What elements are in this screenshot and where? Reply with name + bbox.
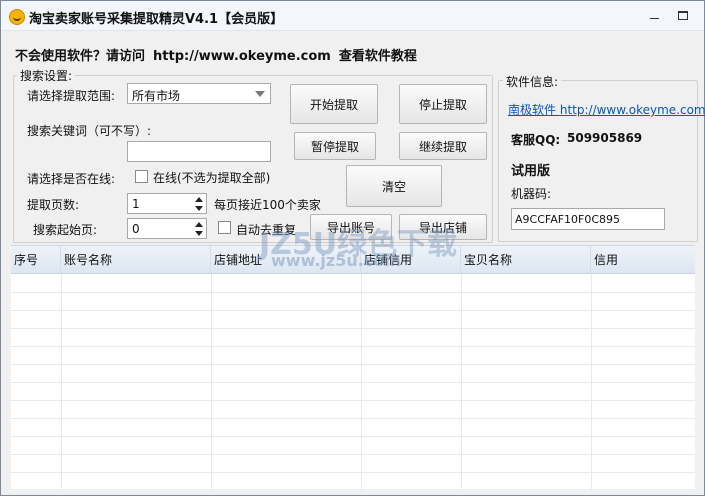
search-settings-legend: 搜索设置: — [17, 67, 76, 84]
software-info-legend: 软件信息: — [503, 73, 562, 90]
help-bar: 不会使用软件？请访问 http://www.okeyme.com 查看软件教程 — [15, 45, 425, 64]
tutorial-link[interactable]: 查看软件教程 — [339, 49, 417, 64]
range-label: 请选择提取范围: — [27, 89, 116, 103]
machine-code-field[interactable]: A9CCFAF10F0C895 — [511, 208, 665, 230]
online-checkbox-label[interactable]: 在线(不选为提取全部) — [153, 169, 270, 186]
start-button[interactable]: 开始提取 — [290, 84, 378, 124]
start-page-stepper[interactable]: 0 — [127, 218, 207, 239]
stepper-down-icon[interactable] — [195, 206, 203, 211]
grid-line — [11, 310, 695, 311]
export-accounts-button[interactable]: 导出账号 — [310, 214, 392, 240]
main-window: 淘宝卖家账号采集提取精灵V4.1【会员版】 不会使用软件？请访问 http://w… — [0, 0, 705, 496]
machine-code-label: 机器码: — [511, 187, 552, 201]
dedupe-label[interactable]: 自动去重复 — [236, 221, 296, 238]
table-header: 序号 账号名称 店铺地址 店铺信用 宝贝名称 信用 — [11, 246, 695, 274]
pages-stepper[interactable]: 1 — [127, 193, 207, 214]
export-shops-button[interactable]: 导出店铺 — [399, 214, 487, 240]
qq-label: 客服QQ: — [511, 133, 561, 147]
help-url-link[interactable]: http://www.okeyme.com — [153, 49, 331, 64]
keyword-label: 搜索关键词（可不写）: — [27, 124, 152, 138]
grid-line — [11, 346, 695, 347]
column-header[interactable]: 信用 — [591, 246, 695, 274]
vendor-link[interactable]: 南极软件 http://www.okeyme.com — [508, 101, 705, 118]
edition-label: 试用版 — [511, 164, 551, 179]
keyword-input[interactable] — [127, 141, 271, 162]
qq-value: 509905869 — [567, 131, 643, 145]
clear-button[interactable]: 清空 — [346, 165, 442, 207]
start-page-label: 搜索起始页: — [33, 223, 98, 237]
dedupe-checkbox[interactable] — [218, 221, 231, 234]
chevron-down-icon — [255, 91, 265, 97]
stepper-up-icon[interactable] — [195, 222, 203, 227]
range-select-value: 所有市场 — [132, 89, 181, 103]
stepper-down-icon[interactable] — [195, 231, 203, 236]
grid-line — [11, 436, 695, 437]
maximize-icon — [678, 11, 688, 20]
online-checkbox[interactable] — [135, 170, 148, 183]
minimize-icon — [649, 18, 659, 19]
column-header[interactable]: 店铺地址 — [211, 246, 361, 274]
maximize-button[interactable] — [670, 5, 696, 27]
stepper-up-icon[interactable] — [195, 197, 203, 202]
grid-line — [11, 382, 695, 383]
pages-hint: 每页接近100个卖家 — [214, 198, 321, 212]
grid-line — [11, 364, 695, 365]
grid-line — [11, 472, 695, 473]
smiley-app-icon — [9, 9, 25, 25]
vendor-name: 南极软件 — [508, 103, 557, 117]
start-page-value: 0 — [132, 222, 140, 236]
pages-value: 1 — [132, 197, 140, 211]
stop-button[interactable]: 停止提取 — [399, 84, 487, 124]
pages-label: 提取页数: — [27, 198, 80, 212]
grid-line — [11, 418, 695, 419]
title-bar[interactable]: 淘宝卖家账号采集提取精灵V4.1【会员版】 — [1, 1, 704, 31]
column-header[interactable]: 宝贝名称 — [461, 246, 591, 274]
help-question: 不会使用软件？请访问 — [15, 49, 146, 64]
grid-line — [11, 400, 695, 401]
vendor-url: http://www.okeyme.com — [559, 103, 705, 117]
grid-line — [11, 328, 695, 329]
grid-line — [11, 292, 695, 293]
pause-button[interactable]: 暂停提取 — [294, 132, 376, 160]
online-label: 请选择是否在线: — [27, 172, 116, 186]
column-header[interactable]: 店铺信用 — [361, 246, 461, 274]
window-title: 淘宝卖家账号采集提取精灵V4.1【会员版】 — [29, 12, 284, 27]
range-select[interactable]: 所有市场 — [127, 83, 271, 104]
column-header[interactable]: 账号名称 — [61, 246, 211, 274]
resume-button[interactable]: 继续提取 — [399, 132, 487, 160]
minimize-button[interactable] — [641, 5, 667, 27]
results-table[interactable]: 序号 账号名称 店铺地址 店铺信用 宝贝名称 信用 — [11, 245, 695, 490]
column-header[interactable]: 序号 — [11, 246, 61, 274]
grid-line — [11, 454, 695, 455]
